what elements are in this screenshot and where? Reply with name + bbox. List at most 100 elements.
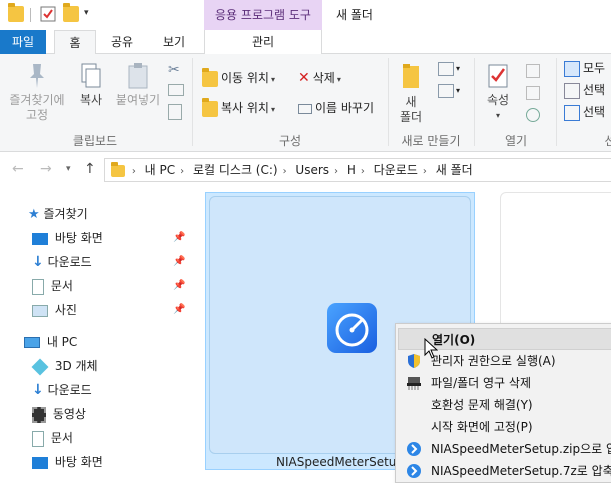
up-arrow-icon[interactable]: ↑ — [84, 161, 96, 177]
chevron-down-icon[interactable]: ▾ — [456, 64, 460, 73]
menu-troubleshoot-compat[interactable]: 호환성 문제 해결(Y) — [398, 394, 611, 416]
copy-icon — [81, 63, 101, 88]
new-item-icon[interactable] — [438, 62, 454, 76]
address-bar[interactable]: › 내 PC › 로컬 디스크 (C:) › Users › H › 다운로드 › 새 폴… — [104, 158, 611, 182]
nav-3d-objects[interactable]: 3D 개체 — [31, 354, 98, 378]
bandizip-icon — [407, 464, 421, 478]
easy-access-icon[interactable] — [438, 84, 454, 98]
nav-quick-access-label: 즐겨찾기 — [43, 207, 88, 221]
menu-pin-to-start[interactable]: 시작 화면에 고정(P) — [398, 416, 611, 438]
menu-permanent-delete-label: 파일/폴더 영구 삭제 — [431, 376, 531, 390]
group-new: 새로 만들기 — [401, 134, 461, 148]
download-arrow-icon: ↓ — [32, 382, 44, 398]
forward-arrow-icon[interactable]: → — [40, 161, 52, 177]
nav-pc-downloads[interactable]: ↓ 다운로드 — [32, 378, 92, 402]
nav-pictures-label: 사진 — [54, 303, 77, 317]
properties-icon[interactable] — [40, 6, 56, 22]
group-divider — [474, 58, 475, 146]
edit-icon[interactable] — [526, 86, 540, 100]
move-to-button[interactable]: 이동 위치 ▾ — [202, 67, 275, 88]
shredder-icon — [407, 377, 421, 390]
pictures-icon — [32, 304, 48, 317]
nav-pc-documents[interactable]: 문서 — [32, 426, 73, 450]
desktop-icon — [32, 456, 48, 469]
cube-icon — [31, 358, 49, 375]
back-arrow-icon[interactable]: ← — [12, 161, 24, 177]
breadcrumb-this-pc[interactable]: 내 PC — [145, 163, 175, 177]
properties-button[interactable]: 속성 ▾ — [480, 62, 516, 123]
nav-desktop[interactable]: 바탕 화면 — [32, 226, 103, 250]
bandizip-icon — [407, 442, 421, 456]
breadcrumb-h[interactable]: H — [347, 163, 356, 177]
chevron-down-icon[interactable]: ▾ — [456, 86, 460, 95]
group-divider — [556, 58, 557, 146]
tab-home[interactable]: 홈 — [54, 30, 96, 55]
new-folder-button[interactable]: 새 폴더 — [396, 62, 426, 125]
menu-pin-to-start-label: 시작 화면에 고정(P) — [431, 420, 533, 434]
nav-documents[interactable]: 문서 — [32, 274, 73, 298]
pin-to-quick-access-button[interactable]: 즐겨찾기에 고정 — [4, 62, 70, 123]
copy-path-icon[interactable] — [168, 84, 184, 96]
film-icon — [32, 406, 46, 423]
group-divider — [388, 58, 389, 146]
cut-icon[interactable]: ✂ — [168, 62, 180, 78]
chevron-down-icon: ▾ — [270, 105, 275, 114]
chevron-down-icon[interactable]: ▾ — [84, 8, 89, 18]
menu-open-label: 열기(O) — [432, 333, 476, 347]
nav-pc-desktop[interactable]: 바탕 화면 — [32, 450, 103, 474]
copy-button[interactable]: 복사 — [74, 62, 108, 108]
menu-run-as-admin-label: 관리자 권한으로 실행(A) — [431, 354, 556, 368]
copy-label: 복사 — [79, 93, 103, 107]
invert-selection-label: 선택 — [583, 105, 606, 119]
history-icon[interactable] — [526, 108, 540, 122]
menu-compress-zip[interactable]: NIASpeedMeterSetup.zip으로 압축하 — [398, 438, 611, 460]
tab-file[interactable]: 파일 — [0, 30, 46, 54]
delete-button[interactable]: ✕ 삭제 ▾ — [298, 68, 341, 88]
recent-chevron-icon[interactable]: ▾ — [66, 164, 71, 174]
select-none-button[interactable]: 선택 — [564, 80, 605, 100]
invert-selection-button[interactable]: 선택 — [564, 102, 605, 122]
pin-icon[interactable]: 📌 — [173, 304, 185, 315]
shield-icon — [408, 354, 420, 368]
mouse-cursor-icon — [424, 338, 438, 359]
chevron-right-icon: › — [282, 166, 287, 177]
pin-icon — [30, 64, 44, 88]
pin-icon[interactable]: 📌 — [173, 280, 185, 291]
nav-downloads[interactable]: ↓ 다운로드 — [32, 250, 92, 274]
breadcrumb-new-folder[interactable]: 새 폴더 — [436, 163, 473, 177]
folder-icon — [8, 3, 24, 22]
copy-folder-icon — [202, 97, 218, 117]
nav-quick-access[interactable]: ★ 즐겨찾기 — [28, 202, 88, 226]
menu-permanent-delete[interactable]: 파일/폴더 영구 삭제 — [398, 372, 611, 394]
tab-view[interactable]: 보기 — [154, 30, 194, 54]
chevron-down-icon: ▾ — [495, 111, 500, 120]
breadcrumb-downloads[interactable]: 다운로드 — [374, 163, 418, 177]
select-all-button[interactable]: 모두 — [564, 58, 605, 78]
tab-manage[interactable]: 관리 — [204, 30, 322, 54]
breadcrumb-users[interactable]: Users — [295, 163, 329, 177]
nav-this-pc[interactable]: 내 PC — [24, 330, 77, 354]
copy-to-button[interactable]: 복사 위치 ▾ — [202, 97, 275, 118]
nav-downloads-label: 다운로드 — [47, 255, 92, 269]
group-open: 열기 — [504, 134, 528, 148]
select-none-icon — [564, 82, 580, 99]
title-bar: ▾ 응용 프로그램 도구 새 폴더 — [0, 0, 611, 30]
chevron-right-icon: › — [131, 166, 136, 177]
document-icon — [32, 278, 44, 295]
nav-pictures[interactable]: 사진 — [32, 298, 77, 322]
delete-x-icon: ✕ — [298, 70, 310, 86]
new-folder-icon[interactable] — [63, 3, 79, 22]
rename-button[interactable]: 이름 바꾸기 — [298, 98, 374, 118]
pin-icon[interactable]: 📌 — [173, 256, 185, 267]
tab-share[interactable]: 공유 — [102, 30, 142, 54]
pin-label-1: 즐겨찾기에 — [9, 93, 65, 107]
breadcrumb-local-disk[interactable]: 로컬 디스크 (C:) — [193, 163, 278, 177]
pin-icon[interactable]: 📌 — [173, 232, 185, 243]
paste-button[interactable]: 붙여넣기 — [112, 62, 164, 108]
chevron-right-icon: › — [334, 166, 339, 177]
nav-videos[interactable]: 동영상 — [32, 402, 86, 426]
star-icon: ★ — [28, 207, 40, 222]
open-icon[interactable] — [526, 64, 540, 78]
paste-shortcut-icon[interactable] — [168, 104, 182, 120]
window-title: 새 폴더 — [336, 8, 373, 22]
